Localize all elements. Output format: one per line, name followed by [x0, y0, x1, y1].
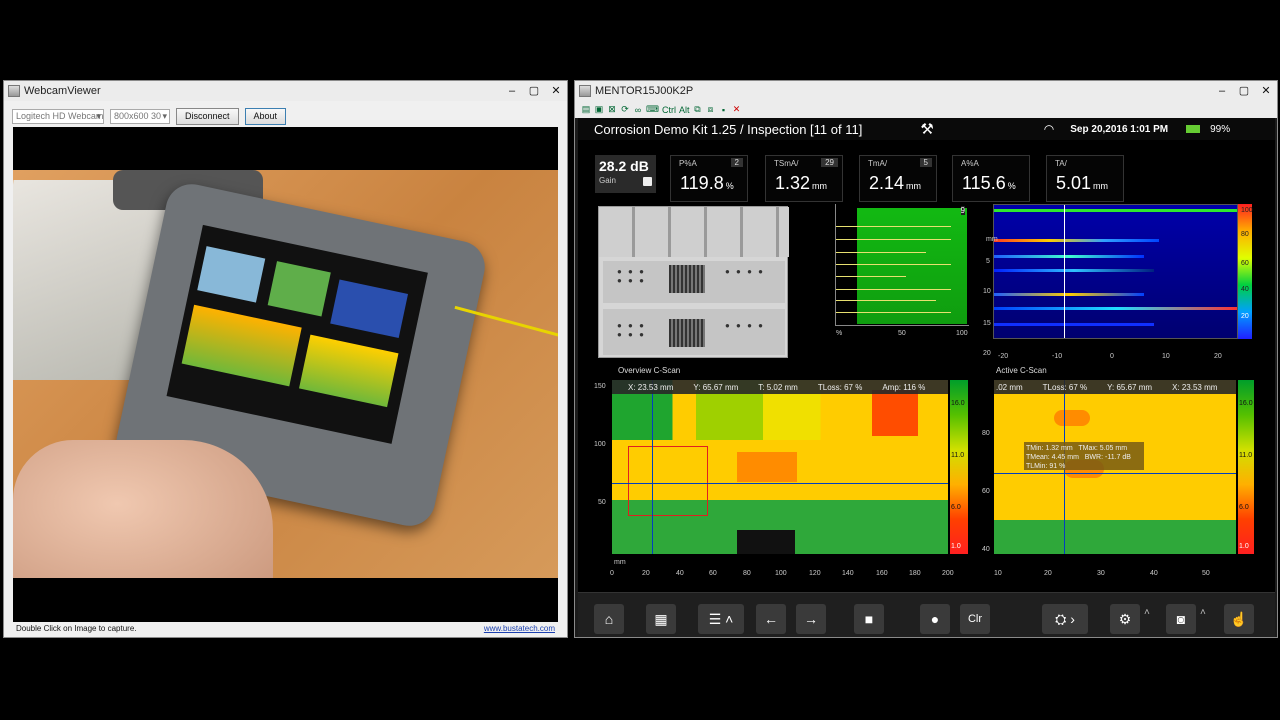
- lock-icon: [643, 177, 652, 186]
- battery-icon: [1186, 125, 1201, 133]
- battery-percent: 99%: [1210, 123, 1231, 135]
- overview-readout: X: 23.53 mm Y: 65.67 mm T: 5.02 mm TLoss: 6…: [612, 380, 948, 394]
- reading-1[interactable]: P%A 2 119.8%: [670, 155, 748, 202]
- app-icon: [8, 85, 20, 97]
- capture-hint: Double Click on Image to capture.: [16, 624, 137, 633]
- webcam-viewer-window: WebcamViewer ‒ ▢ ✕ Logitech HD Webcam C …: [3, 80, 568, 638]
- about-button[interactable]: About: [244, 107, 287, 125]
- website-link[interactable]: www.bustatech.com: [484, 624, 555, 633]
- remote-toolbar: ▤ ▣ ⊠ ⟳ ∞ ⌨ Ctrl Alt ⧉ ⧈ ▪ ✕: [575, 101, 1277, 118]
- alt-key-button[interactable]: Alt: [679, 105, 690, 115]
- b-scan-cursor: [1064, 205, 1065, 338]
- instrument-screen: Corrosion Demo Kit 1.25 / Inspection [11…: [578, 118, 1275, 637]
- window-title: MENTOR15J00K2P: [595, 85, 694, 97]
- minimize-button[interactable]: ‒: [1211, 82, 1233, 100]
- close-button[interactable]: ✕: [1255, 82, 1277, 100]
- mentor-titlebar[interactable]: MENTOR15J00K2P ‒ ▢ ✕: [575, 81, 1277, 101]
- reading-2[interactable]: TSmA/29 1.32 mm: [765, 155, 843, 202]
- b-scan-plot[interactable]: [993, 204, 1238, 339]
- record-icon: ●: [930, 611, 940, 627]
- active-cscan-plot[interactable]: .02 mm TLoss: 67 % Y: 65.67 mm X: 23.53 mm …: [994, 380, 1236, 554]
- ctrl-key-button[interactable]: Ctrl: [662, 105, 676, 115]
- menu-button[interactable]: ☰ ˄: [698, 604, 744, 634]
- a-scan-badge: 9: [960, 206, 965, 215]
- app-icon: [579, 85, 591, 97]
- camera-icon: ◙: [1176, 611, 1186, 627]
- hand-pointer-icon: ☝: [1230, 611, 1248, 627]
- part-3d-image: ● ● ● ● ● ● ● ● ● ● ● ● ● ● ● ● ● ● ● ●: [598, 206, 789, 358]
- active-readout: .02 mm TLoss: 67 % Y: 65.67 mm X: 23.53 mm: [994, 380, 1236, 394]
- webcam-video-view[interactable]: [13, 127, 558, 622]
- scan-icon: ⛭ ›: [1055, 611, 1075, 627]
- minimize-button[interactable]: ‒: [501, 82, 523, 100]
- gain-value: 28.2 dB: [599, 158, 649, 174]
- wifi-icon: ◠: [1043, 122, 1055, 136]
- maximize-button[interactable]: ▢: [1233, 82, 1255, 100]
- overview-cscan-title: Overview C-Scan: [618, 366, 681, 375]
- screenshot-icon[interactable]: ▣: [594, 104, 604, 115]
- stop-icon: ■: [864, 611, 874, 627]
- a-scan-plot[interactable]: 9: [835, 204, 969, 326]
- copy-icon[interactable]: ⧉: [693, 104, 703, 115]
- disconnect-button[interactable]: Disconnect: [176, 107, 239, 125]
- status-header: Corrosion Demo Kit 1.25 / Inspection [11…: [578, 118, 1275, 140]
- resolution-select[interactable]: 800x600 30: [110, 108, 170, 124]
- save-icon[interactable]: ▪: [719, 105, 729, 115]
- tablet-screen: [166, 224, 428, 444]
- link-icon[interactable]: ∞: [633, 105, 643, 115]
- clear-button[interactable]: Clr: [960, 604, 990, 634]
- refresh-icon[interactable]: ⟳: [620, 104, 630, 115]
- device-select[interactable]: Logitech HD Webcam C: [12, 108, 104, 124]
- stop-button[interactable]: ■: [854, 604, 884, 634]
- bottom-toolbar: ⌂ ▦ ☰ ˄ ← → ■ ● Clr ⛭ › ⚙ ˄ ◙ ˄ ☝: [578, 592, 1275, 637]
- apps-button[interactable]: ▦: [646, 604, 676, 634]
- properties-icon[interactable]: ▤: [581, 104, 591, 115]
- overview-cscan-plot[interactable]: X: 23.53 mm Y: 65.67 mm T: 5.02 mm TLoss: 6…: [612, 380, 948, 554]
- probe-icon: ⚒: [920, 121, 934, 138]
- reading-3[interactable]: TmA/5 2.14 mm: [859, 155, 937, 202]
- maximize-button[interactable]: ▢: [523, 82, 545, 100]
- menu-icon: ☰ ˄: [708, 611, 734, 627]
- next-button[interactable]: →: [796, 604, 826, 634]
- previous-button[interactable]: ←: [756, 604, 786, 634]
- webcam-frame-image: [13, 170, 558, 578]
- thickness-stats-box: TMin: 1.32 mm TMax: 5.05 mm TMean: 4.45 …: [1024, 442, 1144, 470]
- home-icon: ⌂: [604, 611, 614, 627]
- paste-icon[interactable]: ⧈: [706, 104, 716, 115]
- reading-5[interactable]: TA/ 5.01 mm: [1046, 155, 1124, 202]
- remote-icon[interactable]: ⊠: [607, 104, 617, 115]
- inspection-title: Corrosion Demo Kit 1.25 / Inspection [11…: [594, 121, 863, 137]
- window-title: WebcamViewer: [24, 85, 101, 97]
- settings-icon: ⚙: [1118, 611, 1132, 627]
- camera-button[interactable]: ◙: [1166, 604, 1196, 634]
- keyboard-icon[interactable]: ⌨: [646, 104, 659, 115]
- close-button[interactable]: ✕: [545, 82, 567, 100]
- hand: [13, 440, 273, 578]
- reading-4[interactable]: A%A 115.6%: [952, 155, 1030, 202]
- touch-button[interactable]: ☝: [1224, 604, 1254, 634]
- chevron-up-icon[interactable]: ˄: [1200, 607, 1206, 618]
- datetime: Sep 20,2016 1:01 PM: [1070, 123, 1169, 135]
- gain-label: Gain: [599, 176, 616, 185]
- settings-button[interactable]: ⚙: [1110, 604, 1140, 634]
- active-cscan-title: Active C-Scan: [996, 366, 1047, 375]
- webcam-titlebar[interactable]: WebcamViewer ‒ ▢ ✕: [4, 81, 567, 101]
- arrow-left-icon: ←: [764, 611, 778, 627]
- scan-mode-button[interactable]: ⛭ ›: [1042, 604, 1088, 634]
- grid-icon: ▦: [654, 611, 668, 627]
- arrow-right-icon: →: [804, 611, 818, 627]
- home-button[interactable]: ⌂: [594, 604, 624, 634]
- record-button[interactable]: ●: [920, 604, 950, 634]
- mentor-window: MENTOR15J00K2P ‒ ▢ ✕ ▤ ▣ ⊠ ⟳ ∞ ⌨ Ctrl Al…: [574, 80, 1278, 638]
- chevron-up-icon[interactable]: ˄: [1144, 607, 1150, 618]
- disconnect-icon[interactable]: ✕: [732, 104, 742, 115]
- gain-control[interactable]: 28.2 dB Gain: [595, 155, 656, 193]
